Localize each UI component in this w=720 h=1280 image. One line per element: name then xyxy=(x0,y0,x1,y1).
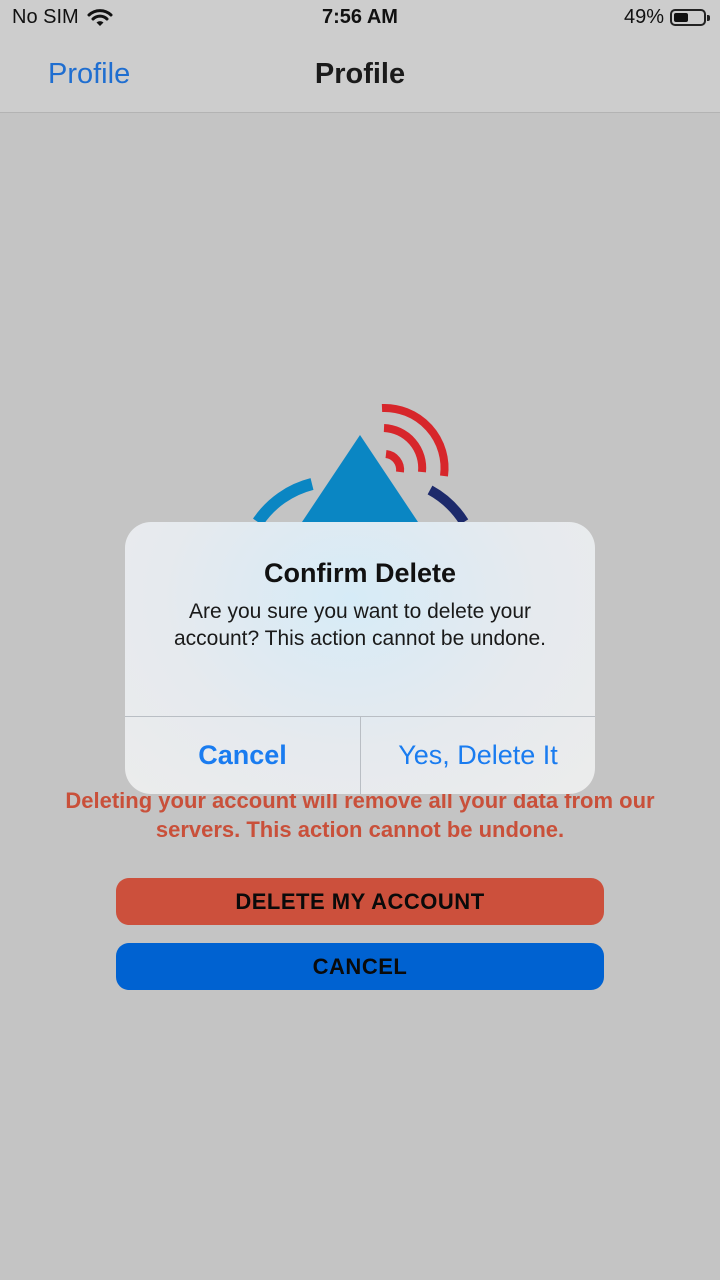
clock: 7:56 AM xyxy=(322,6,398,28)
delete-warning-text: Deleting your account will remove all yo… xyxy=(65,788,655,842)
status-bar: No SIM 7:56 AM 49% xyxy=(0,0,720,36)
navigation-bar: Profile Profile xyxy=(0,36,720,113)
battery-percent: 49% xyxy=(623,6,664,28)
status-right: 49% xyxy=(623,6,710,29)
battery-fill xyxy=(674,13,688,22)
dialog-message: Are you sure you want to delete your acc… xyxy=(173,600,547,650)
dialog-confirm-delete-button[interactable]: Yes, Delete It xyxy=(361,717,595,794)
logo-arc-left xyxy=(253,478,314,526)
confirm-delete-dialog: Confirm Delete Are you sure you want to … xyxy=(125,522,595,794)
delete-account-button[interactable]: DELETE MY ACCOUNT xyxy=(116,878,604,925)
cancel-button[interactable]: CANCEL xyxy=(116,943,604,990)
app-logo xyxy=(253,403,469,526)
logo-wave-1 xyxy=(385,450,405,473)
battery-nub xyxy=(707,15,710,21)
dialog-cancel-button[interactable]: Cancel xyxy=(125,717,360,794)
dialog-title: Confirm Delete xyxy=(263,558,457,588)
page-title: Profile xyxy=(314,58,406,90)
logo-arc-right xyxy=(427,485,469,525)
battery-icon xyxy=(670,9,710,26)
logo-peak xyxy=(302,435,418,522)
